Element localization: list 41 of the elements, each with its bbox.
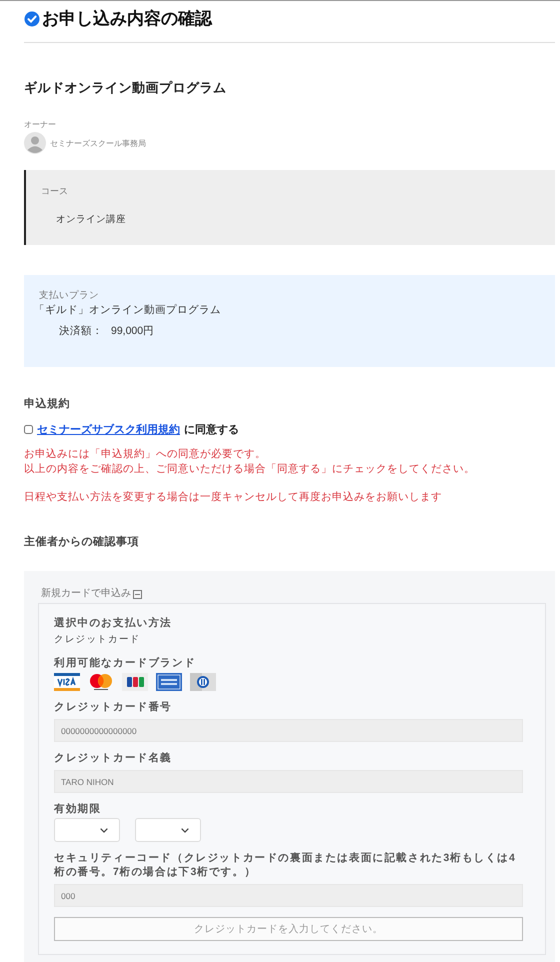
field-label: クレジットカード名義 bbox=[54, 751, 173, 765]
field-label: クレジットカード番号 bbox=[54, 700, 173, 714]
page-title: お申し込み内容の確認 bbox=[42, 8, 212, 30]
check-circle-icon bbox=[24, 11, 40, 27]
field-label: セキュリティーコード（クレジットカードの裏面または表面に記載された3桁もしくは4桁の番号。7桁の場合は下3桁です。） bbox=[54, 851, 517, 879]
terms-link[interactable]: セミナーズサブスク利用規約 bbox=[37, 422, 180, 437]
input-field[interactable]: TARO NIHON bbox=[54, 770, 523, 793]
course-label: コース bbox=[41, 185, 69, 197]
card-brand-icon bbox=[156, 673, 182, 691]
collapse-icon[interactable] bbox=[133, 590, 142, 598]
owner-name: セミナーズスクール事務局 bbox=[50, 138, 146, 148]
avatar-icon bbox=[24, 132, 46, 154]
chevron-down-icon bbox=[181, 828, 189, 832]
notice-text: 以上の内容をご確認の上、ご同意いただける場合「同意する」にチェックをしてください。 bbox=[24, 462, 476, 477]
card-brand-icon bbox=[88, 673, 114, 691]
payment-method: クレジットカード bbox=[54, 633, 142, 647]
card-brand-icon bbox=[122, 673, 148, 691]
course-name: オンライン講座 bbox=[56, 214, 127, 226]
owner-label: オーナー bbox=[24, 120, 57, 130]
field-label: 利用可能なカードブランド bbox=[54, 656, 197, 670]
section-heading: 申込規約 bbox=[24, 397, 71, 411]
new-card-toggle[interactable]: 新規カードで申込み bbox=[41, 587, 131, 601]
section-heading: 主催者からの確認事項 bbox=[24, 535, 140, 549]
program-title: ギルドオンライン動画プログラム bbox=[24, 79, 228, 97]
notice-text: 日程や支払い方法を変更する場合は一度キャンセルして再度お申込みをお願いします bbox=[24, 490, 443, 505]
field-label: 有効期限 bbox=[54, 802, 102, 816]
notice-text: お申込みには「申込規約」への同意が必要です。 bbox=[24, 447, 267, 462]
amount-value: 99,000円 bbox=[111, 324, 154, 338]
plan-name: 「ギルド」オンライン動画プログラム bbox=[34, 303, 222, 317]
card-brand-icon bbox=[190, 673, 216, 691]
amount-label: 決済額： bbox=[59, 324, 103, 338]
card-brand-icon bbox=[54, 673, 80, 691]
select-field[interactable] bbox=[135, 818, 201, 842]
chevron-down-icon bbox=[100, 828, 108, 832]
input-field[interactable]: 000 bbox=[54, 884, 523, 907]
agree-checkbox[interactable] bbox=[24, 425, 33, 434]
input-field[interactable]: 0000000000000000 bbox=[54, 719, 523, 742]
plan-label: 支払いプラン bbox=[39, 290, 100, 302]
field-label: 選択中のお支払い方法 bbox=[54, 616, 173, 630]
select-field[interactable] bbox=[54, 818, 120, 842]
agree-text: に同意する bbox=[184, 422, 239, 437]
